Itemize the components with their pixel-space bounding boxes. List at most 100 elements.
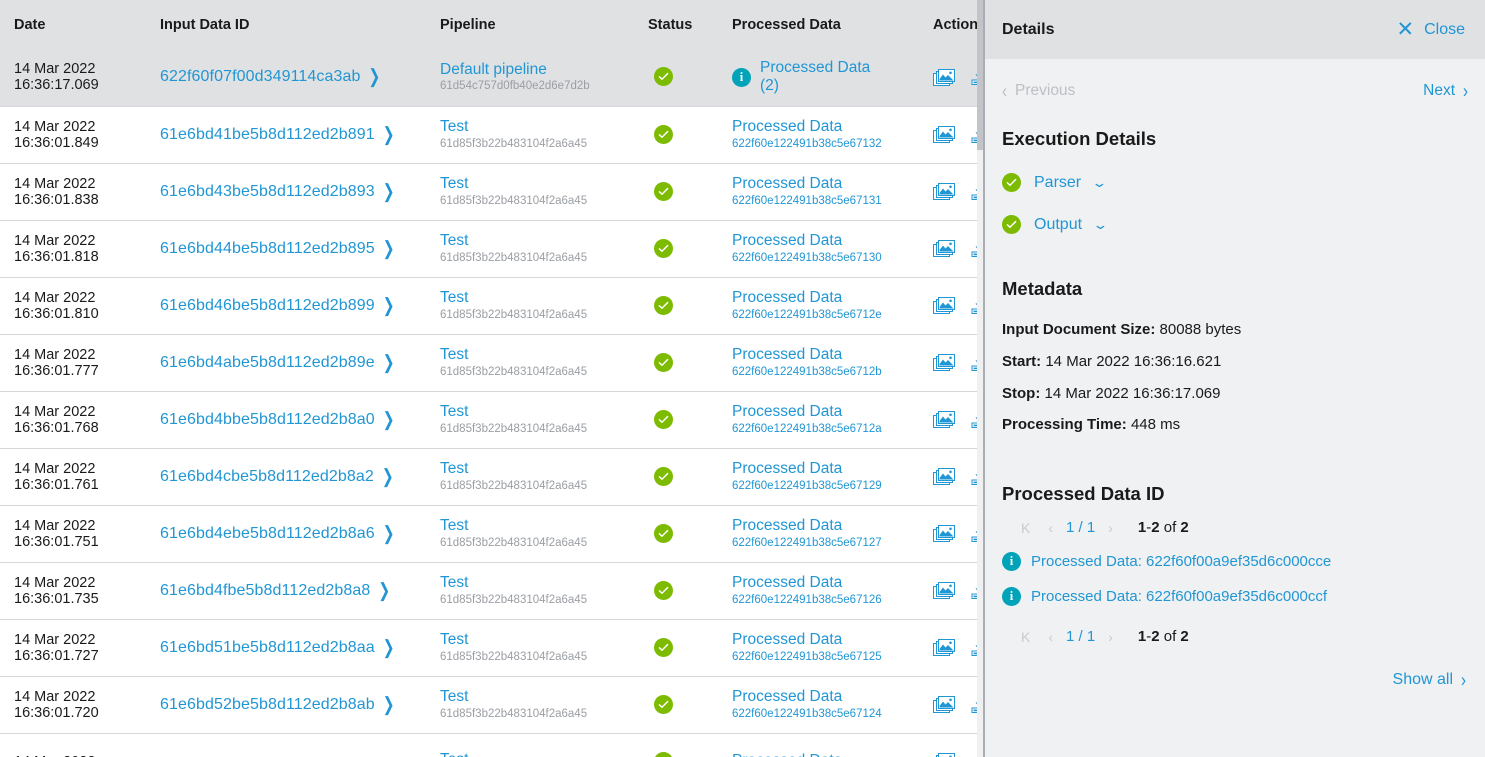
processed-data-link[interactable]: Processed Data	[732, 119, 882, 135]
table-row[interactable]: 14 Mar 202216:36:17.069622f60f07f00d3491…	[0, 49, 983, 106]
pipeline-name-link[interactable]: Test	[440, 752, 645, 757]
view-images-icon[interactable]	[933, 696, 955, 713]
processed-data-link[interactable]: Processed Data	[732, 575, 882, 591]
input-data-id-link[interactable]: 61e6bd52be5b8d112ed2b8ab	[160, 696, 375, 713]
pipeline-name-link[interactable]: Test	[440, 233, 645, 249]
processed-data-link[interactable]: Processed Data	[732, 233, 882, 249]
chevron-right-icon[interactable]: ❯	[383, 522, 395, 545]
input-data-id-link[interactable]: 61e6bd43be5b8d112ed2b893	[160, 183, 375, 200]
previous-page-icon[interactable]: ‹	[1039, 629, 1062, 645]
first-page-icon[interactable]: K	[1012, 629, 1039, 645]
input-data-id-link[interactable]: 61e6bd4bbe5b8d112ed2b8a0	[160, 411, 375, 428]
table-row[interactable]: 14 Mar 202216:36:01.81061e6bd46be5b8d112…	[0, 277, 983, 334]
table-row[interactable]: 14 Mar 202216:36:01.72061e6bd52be5b8d112…	[0, 676, 983, 733]
pipeline-name-link[interactable]: Test	[440, 404, 645, 420]
view-images-icon[interactable]	[933, 411, 955, 428]
cell-input-data-id: 61e6bd44be5b8d112ed2b895 ❯	[150, 220, 435, 277]
show-all-button[interactable]: Show all ›	[1002, 671, 1468, 689]
processed-data-link[interactable]: Processed Data (2)	[760, 59, 880, 95]
table-row[interactable]: 14 Mar 202216:36:01.81861e6bd44be5b8d112…	[0, 220, 983, 277]
processed-data-link[interactable]: Processed Data	[732, 461, 882, 477]
input-data-id-link[interactable]: 61e6bd4abe5b8d112ed2b89e	[160, 354, 375, 371]
view-images-icon[interactable]	[933, 297, 955, 314]
column-header-date[interactable]: Date	[0, 0, 150, 49]
table-row[interactable]: 14 Mar 202216:36:01.73561e6bd4fbe5b8d112…	[0, 562, 983, 619]
chevron-right-icon[interactable]: ❯	[383, 693, 395, 716]
input-data-id-link[interactable]: 61e6bd4fbe5b8d112ed2b8a8	[160, 582, 370, 599]
next-page-icon[interactable]: ›	[1099, 520, 1122, 536]
previous-page-icon[interactable]: ‹	[1039, 520, 1062, 536]
chevron-right-icon[interactable]: ❯	[383, 351, 395, 374]
view-images-icon[interactable]	[933, 582, 955, 599]
pipeline-name-link[interactable]: Test	[440, 461, 645, 477]
table-row[interactable]: 14 Mar 202216:36:01.72761e6bd51be5b8d112…	[0, 619, 983, 676]
processed-data-item[interactable]: i Processed Data: 622f60f00a9ef35d6c000c…	[1002, 552, 1468, 571]
processed-data-link[interactable]: Processed Data	[732, 632, 882, 648]
column-header-input-data-id[interactable]: Input Data ID	[150, 0, 435, 49]
info-icon[interactable]: i	[732, 68, 751, 87]
chevron-right-icon[interactable]: ❯	[382, 465, 394, 488]
column-header-processed-data[interactable]: Processed Data	[730, 0, 930, 49]
processed-data-link[interactable]: Processed Data	[732, 518, 882, 534]
input-data-id-link[interactable]: 61e6bd44be5b8d112ed2b895	[160, 240, 375, 257]
pipeline-name-link[interactable]: Test	[440, 632, 645, 648]
view-images-icon[interactable]	[933, 468, 955, 485]
view-images-icon[interactable]	[933, 240, 955, 257]
input-data-id-link[interactable]: 61e6bd4cbe5b8d112ed2b8a2	[160, 468, 374, 485]
chevron-right-icon[interactable]: ❯	[383, 123, 395, 146]
pipeline-name-link[interactable]: Test	[440, 689, 645, 705]
input-data-id-link[interactable]: 61e6bd51be5b8d112ed2b8aa	[160, 639, 375, 656]
view-images-icon[interactable]	[933, 525, 955, 542]
view-images-icon[interactable]	[933, 69, 955, 86]
processed-data-link[interactable]: Processed Data	[732, 290, 882, 306]
chevron-right-icon[interactable]: ❯	[383, 408, 395, 431]
input-data-id-link[interactable]: 622f60f07f00d349114ca3ab	[160, 68, 361, 85]
chevron-right-icon[interactable]: ❯	[383, 636, 395, 659]
table-row[interactable]: 14 Mar 202216:36:01.77761e6bd4abe5b8d112…	[0, 334, 983, 391]
pipeline-name-link[interactable]: Test	[440, 290, 645, 306]
execution-step-parser[interactable]: Parser ⌄	[1002, 173, 1468, 192]
next-page-icon[interactable]: ›	[1099, 629, 1122, 645]
chevron-right-icon[interactable]: ❯	[383, 237, 395, 260]
chevron-down-icon[interactable]: ⌄	[1091, 175, 1107, 191]
close-button[interactable]: ✕ Close	[1396, 19, 1465, 40]
table-row[interactable]: 14 Mar 202216:36:01.83861e6bd43be5b8d112…	[0, 163, 983, 220]
view-images-icon[interactable]	[933, 354, 955, 371]
column-header-actions[interactable]: Actions	[930, 0, 983, 49]
processed-data-link[interactable]: Processed Data	[732, 753, 842, 757]
next-record-button[interactable]: Next ›	[1423, 82, 1468, 100]
first-page-icon[interactable]: K	[1012, 520, 1039, 536]
column-header-status[interactable]: Status	[645, 0, 730, 49]
view-images-icon[interactable]	[933, 183, 955, 200]
table-row[interactable]: 14 Mar 202216:36:01.76861e6bd4bbe5b8d112…	[0, 391, 983, 448]
table-row[interactable]: 14 Mar 202216:36:01.84961e6bd41be5b8d112…	[0, 106, 983, 163]
view-images-icon[interactable]	[933, 639, 955, 656]
pipeline-name-link[interactable]: Test	[440, 575, 645, 591]
view-images-icon[interactable]	[933, 126, 955, 143]
chevron-right-icon[interactable]: ❯	[378, 579, 390, 602]
chevron-down-icon[interactable]: ⌄	[1092, 217, 1108, 233]
table-row[interactable]: 14 Mar 2022TestProcessed Data	[0, 733, 983, 757]
input-data-id-link[interactable]: 61e6bd46be5b8d112ed2b899	[160, 297, 375, 314]
chevron-right-icon[interactable]: ❯	[383, 294, 395, 317]
pipeline-name-link[interactable]: Default pipeline	[440, 62, 645, 78]
input-data-id-link[interactable]: 61e6bd4ebe5b8d112ed2b8a6	[160, 525, 375, 542]
pipeline-name-link[interactable]: Test	[440, 518, 645, 534]
processed-data-link[interactable]: Processed Data	[732, 404, 882, 420]
processed-data-link[interactable]: Processed Data	[732, 176, 882, 192]
execution-step-output[interactable]: Output ⌄	[1002, 215, 1468, 234]
pipeline-name-link[interactable]: Test	[440, 176, 645, 192]
processed-data-link[interactable]: Processed Data	[732, 347, 882, 363]
chevron-right-icon[interactable]: ❯	[369, 65, 381, 88]
input-data-id-link[interactable]: 61e6bd41be5b8d112ed2b891	[160, 126, 375, 143]
pipeline-name-link[interactable]: Test	[440, 347, 645, 363]
table-row[interactable]: 14 Mar 202216:36:01.75161e6bd4ebe5b8d112…	[0, 505, 983, 562]
view-images-icon[interactable]	[933, 753, 955, 757]
processed-data-item[interactable]: i Processed Data: 622f60f00a9ef35d6c000c…	[1002, 587, 1468, 606]
pipeline-name-link[interactable]: Test	[440, 119, 645, 135]
table-row[interactable]: 14 Mar 202216:36:01.76161e6bd4cbe5b8d112…	[0, 448, 983, 505]
chevron-right-icon[interactable]: ❯	[383, 180, 395, 203]
previous-record-button[interactable]: ‹ Previous	[1002, 82, 1075, 100]
processed-data-link[interactable]: Processed Data	[732, 689, 882, 705]
column-header-pipeline[interactable]: Pipeline	[435, 0, 645, 49]
